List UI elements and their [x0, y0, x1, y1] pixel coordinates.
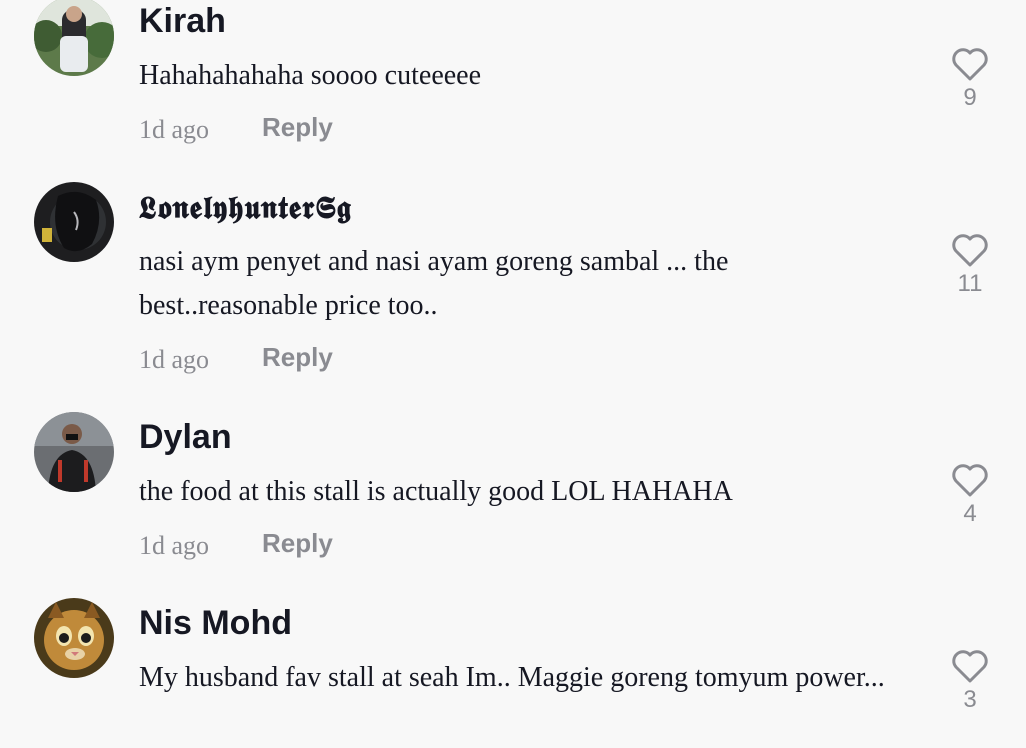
heart-outline-icon	[952, 464, 988, 497]
reply-button[interactable]: Reply	[262, 342, 333, 373]
reply-button[interactable]: Reply	[262, 528, 333, 559]
comment-username[interactable]: Kirah	[139, 2, 226, 41]
avatar[interactable]	[34, 182, 114, 262]
like-count: 4	[963, 500, 977, 527]
comment-text: Hahahahahaha soooo cuteeeee	[139, 60, 482, 91]
comment-time: 1d ago	[139, 531, 210, 560]
like-button[interactable]: 3	[946, 648, 994, 714]
comment-username[interactable]: Dylan	[139, 418, 232, 457]
comment-time: 1d ago	[139, 115, 210, 144]
avatar[interactable]	[34, 412, 114, 492]
comment-text: the food at this stall is actually good …	[139, 476, 733, 507]
comment-meta: 1d ago Reply	[139, 528, 333, 561]
heart-outline-icon	[952, 48, 988, 81]
like-count: 3	[963, 686, 977, 713]
comment-time: 1d ago	[139, 345, 210, 374]
avatar[interactable]	[34, 0, 114, 76]
reply-button[interactable]: Reply	[262, 112, 333, 143]
like-count: 9	[963, 84, 977, 111]
comment-meta: 1d ago Reply	[139, 342, 333, 375]
heart-outline-icon	[952, 650, 988, 683]
comment-text: My husband fav stall at seah Im.. Maggie…	[139, 662, 885, 693]
comment-meta: 1d ago Reply	[139, 112, 333, 145]
like-button[interactable]: 4	[946, 462, 994, 528]
comment-username[interactable]: Nis Mohd	[139, 604, 292, 643]
heart-outline-icon	[952, 234, 988, 267]
comment-text: nasi aym penyet and nasi ayam goreng sam…	[139, 246, 729, 321]
like-button[interactable]: 9	[946, 46, 994, 112]
avatar[interactable]	[34, 598, 114, 678]
like-count: 11	[957, 270, 983, 297]
comment-username[interactable]: 𝕷𝖔𝖓𝖊𝖑𝖞𝖍𝖚𝖓𝖙𝖊𝖗𝕾𝖌	[139, 190, 352, 227]
like-button[interactable]: 11	[946, 232, 994, 298]
